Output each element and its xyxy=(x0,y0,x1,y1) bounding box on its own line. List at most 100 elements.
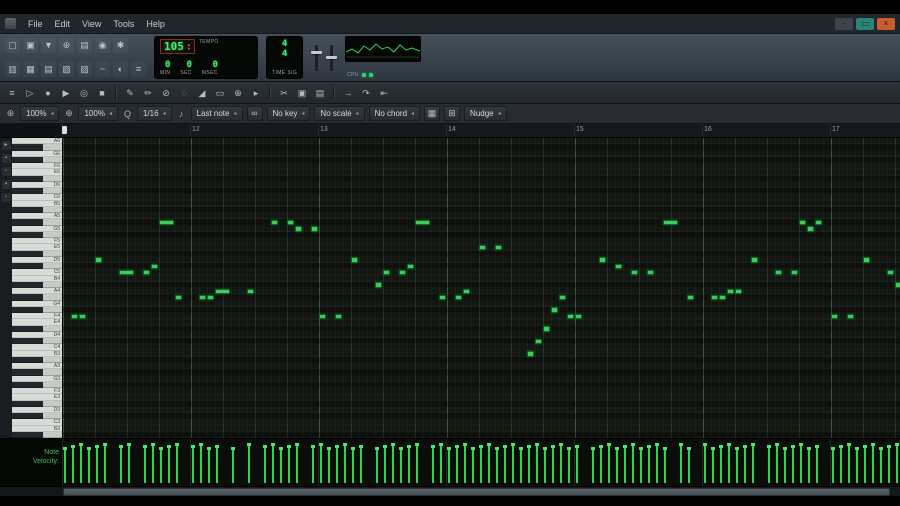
midi-note[interactable] xyxy=(711,294,718,301)
open-project-icon[interactable]: ▣ xyxy=(23,38,38,53)
velocity-stem[interactable] xyxy=(687,447,691,483)
midi-note[interactable] xyxy=(271,219,278,226)
velocity-stem[interactable] xyxy=(103,443,107,483)
midi-note[interactable] xyxy=(415,219,430,226)
midi-note[interactable] xyxy=(567,313,574,319)
midi-note[interactable] xyxy=(151,263,158,269)
velocity-stem[interactable] xyxy=(775,443,779,483)
velocity-stem[interactable] xyxy=(711,447,715,483)
midi-note[interactable] xyxy=(311,226,318,232)
volume-slider-thumb[interactable] xyxy=(311,50,323,54)
velocity-stem[interactable] xyxy=(191,445,195,483)
zoom-tool-button[interactable]: ⊕ xyxy=(230,85,246,101)
midi-note[interactable] xyxy=(215,288,230,294)
midi-note[interactable] xyxy=(199,294,206,301)
paint-tool-button[interactable]: ✏ xyxy=(140,85,156,101)
stop-button[interactable]: ■ xyxy=(94,85,110,101)
midi-note[interactable] xyxy=(495,244,502,251)
midi-note[interactable] xyxy=(159,219,174,226)
velocity-stem[interactable] xyxy=(807,447,811,483)
velocity-stem[interactable] xyxy=(679,443,683,483)
mixer-icon[interactable]: ▧ xyxy=(59,62,74,77)
velocity-stem[interactable] xyxy=(639,447,643,483)
step-sequencer-icon[interactable]: ▦ xyxy=(23,62,38,77)
velocity-stem[interactable] xyxy=(631,443,635,483)
midi-note[interactable] xyxy=(175,294,182,301)
midi-note[interactable] xyxy=(399,269,406,276)
velocity-stem[interactable] xyxy=(351,447,355,483)
menu-item-file[interactable]: File xyxy=(22,17,49,31)
velocity-stem[interactable] xyxy=(231,447,235,483)
playlist-icon[interactable]: ▥ xyxy=(5,62,20,77)
play-button[interactable]: ▷ xyxy=(22,85,38,101)
velocity-stem[interactable] xyxy=(791,445,795,483)
rewind-button[interactable]: ⇤ xyxy=(376,85,392,101)
velocity-stem[interactable] xyxy=(215,445,219,483)
midi-note[interactable] xyxy=(615,263,622,269)
horizontal-scrollbar[interactable] xyxy=(0,486,900,496)
velocity-stem[interactable] xyxy=(207,447,211,483)
velocity-stem[interactable] xyxy=(567,447,571,483)
velocity-stem[interactable] xyxy=(399,447,403,483)
midi-note[interactable] xyxy=(143,269,150,276)
velocity-stem[interactable] xyxy=(391,443,395,483)
midi-note[interactable] xyxy=(319,313,326,319)
velocity-stem[interactable] xyxy=(319,443,323,483)
velocity-stem[interactable] xyxy=(151,443,155,483)
velocity-stem[interactable] xyxy=(863,445,867,483)
midi-note[interactable] xyxy=(775,269,782,276)
master-volume-slider[interactable] xyxy=(311,44,323,71)
velocity-stem[interactable] xyxy=(847,443,851,483)
menu-grip-button[interactable]: ≡ xyxy=(4,85,20,101)
panel-notes-icon[interactable]: ▫ xyxy=(1,167,11,176)
midi-note[interactable] xyxy=(791,269,798,276)
midi-note[interactable] xyxy=(815,219,822,226)
velocity-stem[interactable] xyxy=(487,443,491,483)
velocity-stem[interactable] xyxy=(471,447,475,483)
velocity-stem[interactable] xyxy=(623,445,627,483)
midi-note[interactable] xyxy=(575,313,582,319)
menu-item-tools[interactable]: Tools xyxy=(107,17,140,31)
velocity-stem[interactable] xyxy=(543,447,547,483)
velocity-stem[interactable] xyxy=(479,445,483,483)
link-notes-button[interactable]: ∞ xyxy=(246,106,263,121)
velocity-stem[interactable] xyxy=(327,447,331,483)
midi-note[interactable] xyxy=(687,294,694,301)
velocity-stem[interactable] xyxy=(799,443,803,483)
midi-note[interactable] xyxy=(863,257,870,263)
velocity-stem[interactable] xyxy=(439,443,443,483)
paste-button[interactable]: ▤ xyxy=(312,85,328,101)
slice-tool-button[interactable]: ◢ xyxy=(194,85,210,101)
midi-note[interactable] xyxy=(375,282,382,288)
window-minimize-button[interactable]: – xyxy=(835,17,853,30)
panel-arrow-icon[interactable]: ▸ xyxy=(1,141,11,150)
velocity-stem[interactable] xyxy=(591,447,595,483)
draw-note-select[interactable]: Last note ◂ xyxy=(190,106,243,121)
select-tool-button[interactable]: ▭ xyxy=(212,85,228,101)
velocity-area[interactable] xyxy=(62,439,900,486)
velocity-stem[interactable] xyxy=(167,445,171,483)
velocity-stem[interactable] xyxy=(263,445,267,483)
grid-area[interactable] xyxy=(63,138,900,438)
velocity-stem[interactable] xyxy=(447,447,451,483)
tempo-value[interactable]: 105 xyxy=(164,40,184,53)
velocity-stem[interactable] xyxy=(855,447,859,483)
midi-note[interactable] xyxy=(79,313,86,319)
midi-note[interactable] xyxy=(735,288,742,294)
velocity-stem[interactable] xyxy=(63,447,67,483)
velocity-stem[interactable] xyxy=(783,447,787,483)
piano-keys[interactable]: A6 G6 F6 E6 D6 C6 B5 A5 G5 F5 E5 D5 C5 B4 A4 G4 F4 E4 D4 C4… xyxy=(12,138,63,438)
midi-note[interactable] xyxy=(439,294,446,301)
velocity-stem[interactable] xyxy=(143,445,147,483)
midi-note[interactable] xyxy=(351,257,358,263)
midi-note[interactable] xyxy=(559,294,566,301)
midi-note[interactable] xyxy=(207,294,214,301)
velocity-stem[interactable] xyxy=(767,445,771,483)
piano-roll-icon[interactable]: ▤ xyxy=(41,62,56,77)
velocity-stem[interactable] xyxy=(735,447,739,483)
recent-files-icon[interactable]: ◉ xyxy=(95,38,110,53)
velocity-stem[interactable] xyxy=(831,447,835,483)
panel-misc-icon[interactable]: ▫ xyxy=(1,193,11,202)
midi-note[interactable] xyxy=(799,219,806,226)
velocity-stem[interactable] xyxy=(119,445,123,483)
